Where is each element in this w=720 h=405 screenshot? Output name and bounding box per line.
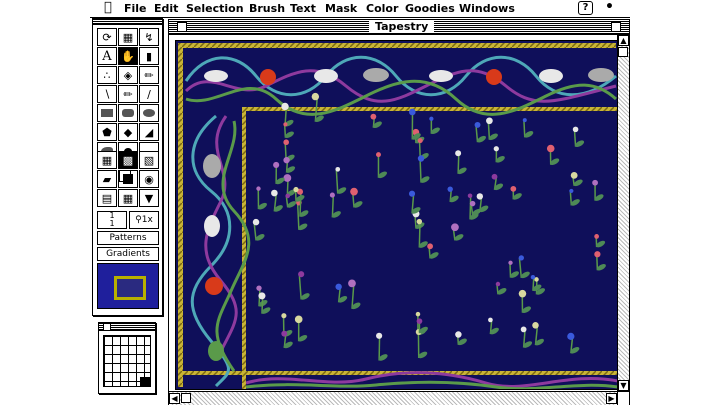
grid-mode-icon[interactable]: ▩ xyxy=(118,151,138,169)
filled-polygon-tool-icon[interactable]: ⬟ xyxy=(97,123,117,141)
menu-color[interactable]: Color xyxy=(366,1,398,16)
magnifier-icon: ⚲ xyxy=(135,215,142,225)
pattern-cell-black[interactable] xyxy=(140,377,150,386)
menu-edit[interactable]: Edit xyxy=(154,1,178,16)
scroll-up-icon[interactable]: ▲ xyxy=(618,35,629,46)
palette-titlebar[interactable] xyxy=(93,19,162,25)
move-icon[interactable]: ▼ xyxy=(139,189,159,207)
ratio-box[interactable]: 1 1 xyxy=(97,211,127,229)
pattern-grid[interactable] xyxy=(103,335,151,387)
line-tool-icon[interactable]: ∕ xyxy=(139,85,159,103)
scroll-left-icon[interactable]: ◀ xyxy=(169,393,180,404)
eraser-tool-icon[interactable]: ▮ xyxy=(139,47,159,65)
arrange-icon[interactable]: ▤ xyxy=(97,189,117,207)
pattern-window-titlebar[interactable] xyxy=(99,323,155,331)
color-swatch-inner xyxy=(114,276,146,300)
app-icon[interactable]: • xyxy=(605,0,614,15)
menu-selection[interactable]: Selection xyxy=(186,1,244,16)
ratio-bottom: 1 xyxy=(109,219,115,228)
vertical-scrollbar[interactable]: ▲ ▼ xyxy=(617,35,629,391)
menu-bar:  File Edit Selection Brush Text Mask Co… xyxy=(90,0,630,18)
zoom-row: 1 1 ⚲ 1x xyxy=(97,211,159,229)
brush-tool-icon[interactable]: ∖ xyxy=(97,85,117,103)
grabber-hand-tool-icon[interactable]: ✋ xyxy=(118,47,138,65)
color-swatch[interactable] xyxy=(97,263,159,309)
pattern-window xyxy=(98,322,156,394)
menu-brush[interactable]: Brush xyxy=(249,1,285,16)
fat-bits-icon[interactable]: ▦ xyxy=(97,151,117,169)
pattern-window-close-icon[interactable] xyxy=(103,323,111,331)
eye-icon[interactable]: ◉ xyxy=(139,170,159,188)
eyedropper-tool-icon[interactable]: ✏ xyxy=(139,66,159,84)
flip-tool-icon[interactable]: ▰ xyxy=(97,170,117,188)
zoom-box-icon[interactable] xyxy=(611,22,621,32)
menu-mask[interactable]: Mask xyxy=(325,1,357,16)
tapestry-artwork xyxy=(176,41,618,389)
close-box-icon[interactable] xyxy=(177,22,187,32)
pattern-mode-icon[interactable]: ▧ xyxy=(139,151,159,169)
filled-curve-tool-icon[interactable]: ◢ xyxy=(139,123,159,141)
help-icon[interactable]: ? xyxy=(578,1,593,15)
screen:  File Edit Selection Brush Text Mask Co… xyxy=(90,0,630,405)
magnifier-button[interactable]: ⚲ 1x xyxy=(129,211,159,229)
magic-wand-tool-icon[interactable]: ↯ xyxy=(139,28,159,46)
zoom-level: 1x xyxy=(141,215,153,225)
menu-goodies[interactable]: Goodies xyxy=(405,1,455,16)
fill-color-icon[interactable] xyxy=(118,170,138,188)
tool-grid: ⟳ ▦ ↯ A ✋ ▮ ∴ ◈ ✏ ∖ ✏ ∕ ⬟ ◆ ◢ ● ◡ xyxy=(97,28,159,160)
tool-palette: ⟳ ▦ ↯ A ✋ ▮ ∴ ◈ ✏ ∖ ✏ ∕ ⬟ ◆ ◢ ● ◡ ▦ ▩ ▧ … xyxy=(92,18,163,316)
filled-rect-tool-icon[interactable] xyxy=(97,104,117,122)
marquee-tool-icon[interactable]: ▦ xyxy=(118,28,138,46)
text-tool-icon[interactable]: A xyxy=(97,47,117,65)
document-titlebar[interactable]: Tapestry xyxy=(169,20,629,35)
mode-grid: ▦ ▩ ▧ ▰ ◉ ▤ ▦ ▼ xyxy=(97,151,159,207)
grid-icon[interactable]: ▦ xyxy=(118,189,138,207)
scroll-down-icon[interactable]: ▼ xyxy=(618,380,629,391)
grow-box-icon[interactable] xyxy=(617,391,629,405)
document-window: Tapestry ▲ ▼ ◀ ▶ xyxy=(168,19,630,405)
patterns-button[interactable]: Patterns xyxy=(97,231,159,245)
menu-text[interactable]: Text xyxy=(290,1,316,16)
apple-icon[interactable]:  xyxy=(104,0,112,15)
document-title: Tapestry xyxy=(369,20,435,33)
gradients-button[interactable]: Gradients xyxy=(97,247,159,261)
filled-oval-tool-icon[interactable] xyxy=(139,104,159,122)
pencil-tool-icon[interactable]: ✏ xyxy=(118,85,138,103)
horizontal-scroll-thumb[interactable] xyxy=(181,393,191,403)
filled-rounded-rect-tool-icon[interactable] xyxy=(118,104,138,122)
tapestry-canvas[interactable] xyxy=(175,40,619,390)
lasso-tool-icon[interactable]: ⟳ xyxy=(97,28,117,46)
menu-windows[interactable]: Windows xyxy=(459,1,515,16)
horizontal-scrollbar[interactable]: ◀ ▶ xyxy=(169,391,617,405)
vertical-scroll-thumb[interactable] xyxy=(618,47,628,57)
menu-file[interactable]: File xyxy=(124,1,147,16)
filled-diamond-tool-icon[interactable]: ◆ xyxy=(118,123,138,141)
paint-bucket-tool-icon[interactable]: ◈ xyxy=(118,66,138,84)
scroll-right-icon[interactable]: ▶ xyxy=(606,393,617,404)
spray-tool-icon[interactable]: ∴ xyxy=(97,66,117,84)
